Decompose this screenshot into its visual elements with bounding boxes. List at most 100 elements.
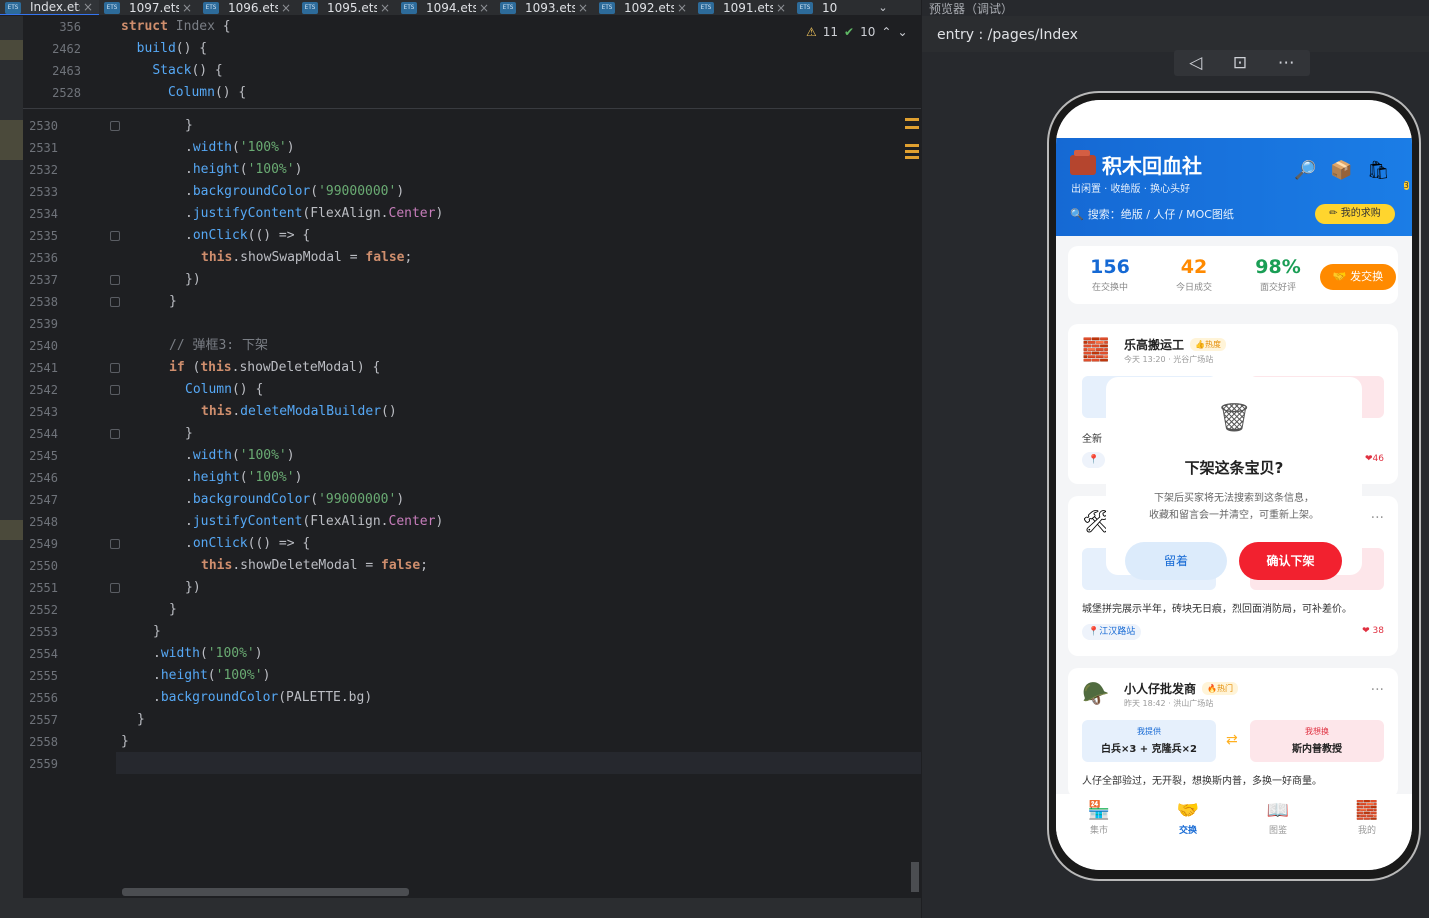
ets-file-icon: ETS: [698, 1, 714, 14]
likes-count[interactable]: ❤46: [1365, 454, 1384, 464]
scroll-marker[interactable]: [905, 126, 919, 129]
brick-logo-icon: [1070, 149, 1096, 175]
editor-tab[interactable]: ETS 1092.ets ×: [594, 0, 693, 15]
editor-tab[interactable]: ETS 1093.ets ×: [495, 0, 594, 15]
code-line: }: [137, 712, 145, 727]
bag-icon[interactable]: 🛍3: [1367, 160, 1409, 190]
more-options-icon[interactable]: ···: [1371, 682, 1384, 698]
fold-marker-icon[interactable]: [110, 231, 120, 241]
fold-marker-icon[interactable]: [110, 297, 120, 307]
tab-overflow-chevron-icon[interactable]: ⌄: [873, 0, 893, 16]
ets-file-icon: ETS: [5, 1, 21, 14]
code-line: }: [185, 118, 193, 133]
fold-marker-icon[interactable]: [110, 363, 120, 373]
nav-label: 我的: [1357, 826, 1376, 836]
editor-tab[interactable]: ETS Index.ets ×: [0, 0, 99, 15]
close-tab-icon[interactable]: ×: [182, 1, 192, 15]
delete-listing-modal: 🗑 下架这条宝贝? 下架后买家将无法搜索到这条信息， 收藏和留言会一并清空，可重新…: [1106, 377, 1362, 580]
code-line: .height('100%'): [153, 668, 271, 683]
code-line: struct Index {: [121, 19, 231, 34]
scroll-marker[interactable]: [905, 156, 919, 159]
code-line: .width('100%'): [185, 140, 295, 155]
code-line: .onClick(() => {: [185, 536, 311, 551]
nav-tab-swap[interactable]: 🤝 交换: [1158, 800, 1218, 836]
code-line: this.deleteModalBuilder(): [201, 404, 397, 419]
search-bar[interactable]: 🔍 搜索：绝版 / 人仔 / MOC图纸: [1070, 206, 1234, 222]
more-icon[interactable]: ⋯: [1278, 53, 1295, 73]
nav-tab-market[interactable]: 🏪 集市: [1069, 800, 1129, 836]
ets-file-icon: ETS: [599, 1, 615, 14]
ets-file-icon: ETS: [302, 1, 318, 14]
keep-button[interactable]: 留着: [1125, 542, 1227, 580]
bottom-nav: 🏪 集市 🤝 交换 📖 图鉴 🧱 我的: [1056, 794, 1412, 870]
scroll-marker[interactable]: [905, 150, 919, 153]
close-tab-icon[interactable]: ×: [578, 1, 588, 15]
phone-screen: 积木回血社 出闲置 · 收绝版 · 换心头好 🔎 📦 🛍3 🔍 搜索：绝版 / 人…: [1056, 100, 1412, 870]
tab-label: 1091.ets: [723, 0, 773, 15]
brand-subtitle: 出闲置 · 收绝版 · 换心头好: [1071, 184, 1191, 195]
editor-tab[interactable]: ETS 1097.ets ×: [99, 0, 198, 15]
scroll-marker[interactable]: [905, 118, 919, 121]
editor-tab[interactable]: ETS 1094.ets ×: [396, 0, 495, 15]
location-chip[interactable]: 📍江汉路站: [1082, 624, 1142, 640]
code-line: .backgroundColor('99000000'): [185, 492, 405, 507]
shop-icon: 🏪: [1087, 800, 1111, 821]
app-header: 积木回血社 出闲置 · 收绝版 · 换心头好 🔎 📦 🛍3 🔍 搜索：绝版 / 人…: [1056, 138, 1412, 236]
close-tab-icon[interactable]: ×: [281, 1, 291, 15]
line-number: 2556: [29, 691, 58, 705]
stat-item: 98% 面交好评: [1242, 256, 1314, 293]
editor-tab[interactable]: ETS 1096.ets ×: [198, 0, 297, 15]
inspection-widget[interactable]: ⚠ 11 ✔ 10 ⌃ ⌄: [806, 25, 908, 39]
current-line-highlight: [116, 752, 921, 774]
brand: 积木回血社: [1070, 149, 1202, 179]
nav-label: 交换: [1178, 826, 1197, 836]
magnifier-icon[interactable]: 🔎: [1294, 160, 1316, 181]
code-line: }: [153, 624, 161, 639]
scroll-marker[interactable]: [905, 144, 919, 147]
line-number: 2462: [52, 42, 81, 56]
chevron-down-icon[interactable]: ⌄: [897, 25, 907, 39]
nav-tab-me[interactable]: 🧱 我的: [1337, 800, 1397, 836]
back-icon[interactable]: ◁: [1189, 53, 1202, 73]
fold-marker-icon[interactable]: [110, 539, 120, 549]
post-swap-button[interactable]: 🤝 发交换: [1320, 264, 1396, 290]
previewer-toolbar: ◁ ⊡ ⋯: [1174, 50, 1310, 76]
fold-marker-icon[interactable]: [110, 121, 120, 131]
close-tab-icon[interactable]: ×: [677, 1, 687, 15]
confirm-delist-button[interactable]: 确认下架: [1239, 542, 1342, 580]
editor-tab[interactable]: ETS 1091.ets ×: [693, 0, 792, 15]
ets-file-icon: ETS: [203, 1, 219, 14]
likes-count[interactable]: ❤ 38: [1362, 626, 1384, 636]
close-tab-icon[interactable]: ×: [479, 1, 489, 15]
fold-marker-icon[interactable]: [110, 583, 120, 593]
line-number: 2531: [29, 141, 58, 155]
code-line: if (this.showDeleteModal) {: [169, 360, 381, 375]
fold-marker-icon[interactable]: [110, 429, 120, 439]
rotate-device-icon[interactable]: ⊡: [1233, 53, 1247, 73]
close-tab-icon[interactable]: ×: [83, 0, 93, 14]
close-tab-icon[interactable]: ×: [776, 1, 786, 15]
line-number: 2542: [29, 383, 58, 397]
brick-icon: 🧱: [1355, 800, 1379, 821]
listing-card[interactable]: 🪖 小人仔批发商 🔥热门 昨天 18:42 · 洪山广场站 ··· 我提供 白兵×3…: [1068, 668, 1398, 798]
more-options-icon[interactable]: ···: [1371, 510, 1384, 526]
line-number: 2544: [29, 427, 58, 441]
location-chip[interactable]: 📍: [1082, 452, 1106, 468]
warning-icon: ⚠: [806, 25, 817, 39]
tab-label: 1097.ets: [129, 0, 179, 15]
horizontal-scrollbar-thumb[interactable]: [122, 888, 409, 896]
box-icon[interactable]: 📦: [1330, 160, 1352, 181]
listing-desc: 人仔全部验过，无开裂，想换斯内普，多换一好商量。: [1082, 776, 1322, 787]
vertical-scrollbar-thumb[interactable]: [911, 862, 919, 892]
close-tab-icon[interactable]: ×: [380, 1, 390, 15]
fold-marker-icon[interactable]: [110, 385, 120, 395]
line-number: 2463: [52, 64, 81, 78]
chevron-up-icon[interactable]: ⌃: [881, 25, 891, 39]
editor-tab[interactable]: ETS 1095.ets ×: [297, 0, 396, 15]
fold-marker-icon[interactable]: [110, 275, 120, 285]
stat-value: 156: [1090, 256, 1130, 278]
my-wishlist-button[interactable]: ✏ 我的求购: [1315, 204, 1395, 224]
seller-tag: 🔥热门: [1202, 682, 1238, 695]
handshake-icon: 🤝: [1176, 800, 1200, 821]
nav-tab-catalog[interactable]: 📖 图鉴: [1248, 800, 1308, 836]
